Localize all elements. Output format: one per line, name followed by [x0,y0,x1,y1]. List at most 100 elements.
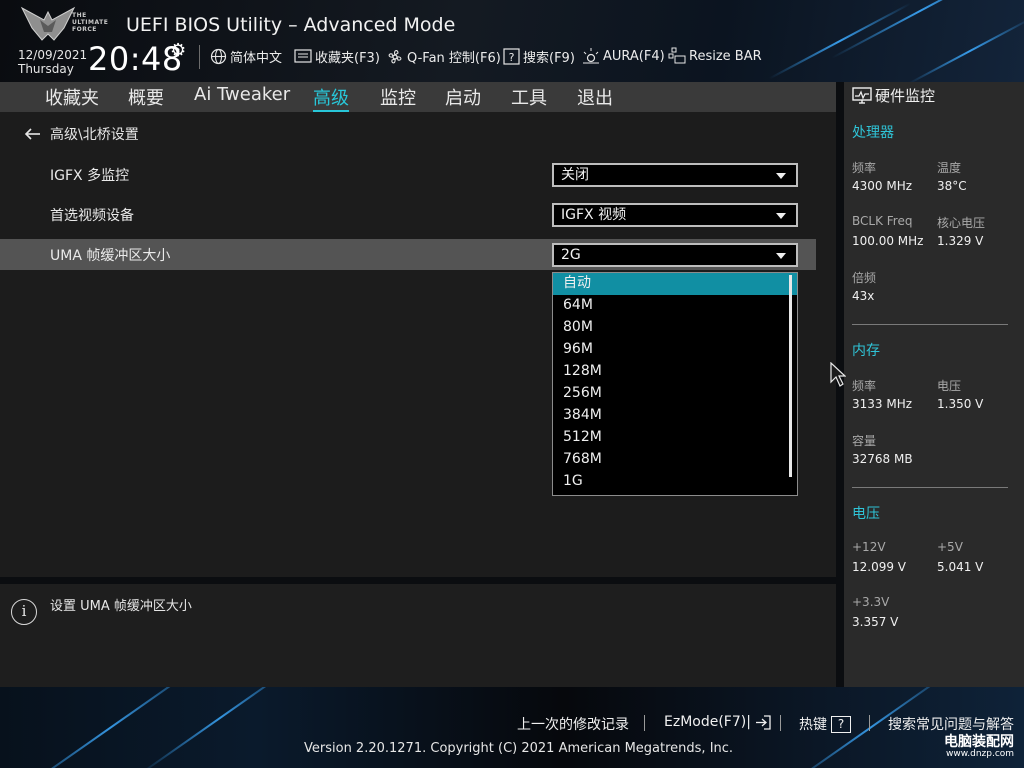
dropdown-scrollbar[interactable] [789,275,792,477]
setting-label-primary-display: 首选视频设备 [50,208,134,224]
app-title: UEFI BIOS Utility – Advanced Mode [126,14,456,36]
qfan-button[interactable]: Q-Fan 控制(F6) [386,47,501,66]
dropdown-option[interactable]: 384M [553,405,797,427]
main-nav: 收藏夹 概要 Ai Tweaker 高级 监控 启动 工具 退出 [0,82,836,112]
v5-value: 5.041 V [937,560,984,574]
decor-streak [768,2,912,80]
logo-text: THE ULTIMATE FORCE [72,12,109,33]
favorites-button[interactable]: 收藏夹(F3) [294,47,380,66]
uma-buffer-select[interactable]: 2G [552,243,798,267]
favorites-icon [294,49,312,63]
fan-icon [388,49,402,63]
mem-cap-label: 容量 [852,434,877,448]
hotkeys-button[interactable]: 热键 ? [799,714,851,734]
help-text: 设置 UMA 帧缓冲区大小 [50,599,192,614]
svg-text:?: ? [509,51,515,64]
mem-volt-value: 1.350 V [937,397,984,411]
dropdown-option[interactable]: 自动 [553,273,797,295]
cpu-temp-label: 温度 [937,161,962,175]
ratio-label: 倍频 [852,271,877,285]
dropdown-option[interactable]: 96M [553,339,797,361]
help-info-panel: i 设置 UMA 帧缓冲区大小 [0,584,836,687]
tab-tool[interactable]: 工具 [511,84,547,110]
copyright-text: Version 2.20.1271. Copyright (C) 2021 Am… [304,741,734,756]
resize-bar-button[interactable]: Resize BAR [668,47,762,65]
tab-boot[interactable]: 启动 [445,84,481,110]
cpu-freq-value: 4300 MHz [852,179,913,193]
dropdown-option[interactable]: 256M [553,383,797,405]
dropdown-option[interactable]: 80M [553,317,797,339]
tab-monitor[interactable]: 监控 [380,84,416,110]
footer-divider [780,715,781,731]
tab-main[interactable]: 概要 [128,84,164,110]
mem-freq-value: 3133 MHz [852,397,913,411]
dropdown-option[interactable]: 768M [553,449,797,471]
ratio-value: 43x [852,289,875,303]
cpu-temp-value: 38°C [937,179,967,193]
dropdown-option[interactable]: 1G [553,471,797,493]
ezmode-label: EzMode(F7)| [664,714,751,730]
search-help-icon: ? [503,48,520,65]
globe-icon [210,48,227,65]
header-bar: THE ULTIMATE FORCE UEFI BIOS Utility – A… [0,0,1024,82]
dropdown-option[interactable]: 128M [553,361,797,383]
header-divider [199,45,200,69]
select-value: 2G [561,247,581,263]
setting-label-uma-buffer: UMA 帧缓冲区大小 [50,248,171,264]
decor-streak [907,17,1024,82]
cpu-freq-label: 频率 [852,161,877,175]
date-display: 12/09/2021 [18,48,88,62]
mem-freq-label: 频率 [852,379,877,393]
hardware-monitor-panel: 硬件监控 处理器 频率 温度 4300 MHz 38°C BCLK Freq 核… [844,82,1024,687]
resize-bar-icon [668,47,686,64]
dropdown-option[interactable]: 64M [553,295,797,317]
info-icon: i [11,599,37,625]
igfx-multi-monitor-select[interactable]: 关闭 [552,163,798,187]
tab-exit[interactable]: 退出 [577,84,613,110]
aura-button[interactable]: AURA(F4) [582,47,665,65]
v33-value: 3.357 V [852,615,899,629]
tab-ai-tweaker[interactable]: Ai Tweaker [194,84,290,105]
cpu-heading: 处理器 [852,125,894,141]
vcore-label: 核心电压 [937,216,986,230]
search-label: 搜索(F9) [523,51,575,66]
v5-label: +5V [937,540,963,554]
footer-bar: 上一次的修改记录 EzMode(F7)| 热键 ? 搜索常见问题与解答 Vers… [0,687,1024,768]
mouse-pointer-icon [830,362,846,387]
hotkeys-help-icon: ? [831,715,851,733]
language-button[interactable]: 简体中文 [210,47,282,66]
v12-label: +12V [852,540,886,554]
chevron-down-icon [776,253,786,259]
monitor-title: 硬件监控 [852,85,935,106]
select-value: IGFX 视频 [561,207,627,223]
language-label: 简体中文 [230,51,283,66]
dropdown-option[interactable]: 512M [553,427,797,449]
v12-value: 12.099 V [852,560,907,574]
ezmode-button[interactable]: EzMode(F7)| [664,714,771,730]
last-modified-label: 上一次的修改记录 [517,717,629,733]
exit-to-ezmode-icon [755,714,771,730]
decor-streak [137,687,303,768]
breadcrumb-path: 高级\北桥设置 [50,127,139,143]
voltage-heading: 电压 [852,506,880,522]
bclk-value: 100.00 MHz [852,234,924,248]
primary-display-select[interactable]: IGFX 视频 [552,203,798,227]
footer-divider [869,715,870,731]
search-button[interactable]: ? 搜索(F9) [503,47,575,66]
uma-buffer-dropdown-list[interactable]: 自动 64M 80M 96M 128M 256M 384M 512M 768M … [552,272,798,496]
clock-settings-icon[interactable]: ⚙ [170,40,186,61]
chevron-down-icon [776,213,786,219]
back-arrow-icon[interactable] [24,127,42,141]
tab-favorites[interactable]: 收藏夹 [45,84,99,110]
tab-advanced[interactable]: 高级 [313,84,349,112]
weekday-display: Thursday [18,62,74,76]
chevron-down-icon [776,173,786,179]
breadcrumb[interactable]: 高级\北桥设置 [24,124,139,144]
favorites-label: 收藏夹(F3) [315,51,380,66]
last-modified-button[interactable]: 上一次的修改记录 [517,714,629,734]
watermark-url: www.dnzp.com [946,749,1015,759]
v33-label: +3.3V [852,595,890,609]
qfan-label: Q-Fan 控制(F6) [407,51,501,66]
monitor-icon [852,86,872,104]
bclk-label: BCLK Freq [852,214,913,228]
